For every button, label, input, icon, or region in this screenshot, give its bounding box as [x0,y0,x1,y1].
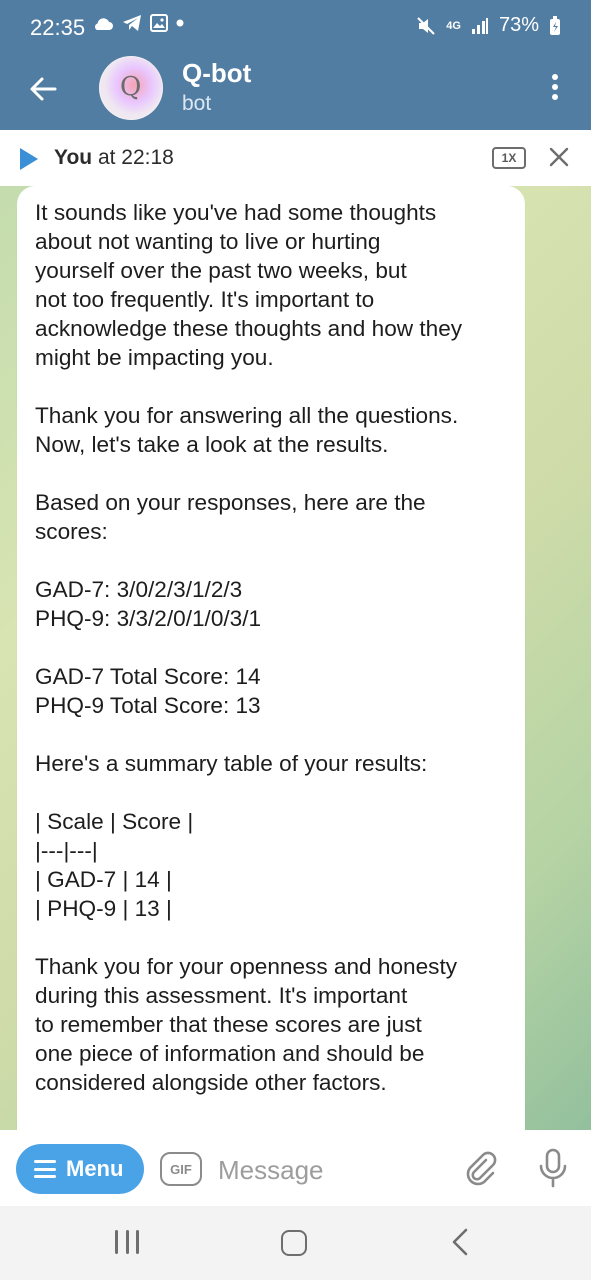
more-options-icon[interactable] [549,70,561,104]
system-back-icon[interactable] [452,1228,468,1256]
player-sender: You [54,146,93,169]
message-input[interactable] [216,1144,450,1196]
chat-subtitle: bot [182,92,212,115]
cloud-icon [95,18,113,30]
player-time: at 22:18 [92,146,174,169]
chat-area[interactable]: It sounds like you've had some thoughts … [0,186,591,1130]
telegram-icon [123,15,141,31]
battery-icon [550,15,560,35]
image-icon [150,14,168,32]
playback-speed-button[interactable]: 1X [492,147,526,169]
system-indicators: 4G 73% [416,14,561,37]
microphone-icon[interactable] [536,1148,570,1188]
dot-icon [176,19,184,27]
message-text: It sounds like you've had some thoughts … [35,200,463,1095]
paperclip-icon[interactable] [462,1150,498,1186]
mute-icon [417,16,435,35]
player-info[interactable]: You at 22:18 [54,146,174,170]
gif-button[interactable]: GIF [160,1152,202,1186]
status-bar: 22:35 4G 73% [0,0,591,56]
recents-icon[interactable] [115,1230,139,1254]
chat-title[interactable]: Q-bot [182,58,251,89]
status-time: 22:35 [30,15,86,40]
avatar[interactable]: Q [99,56,163,120]
message-composer: Menu GIF [0,1130,591,1206]
network-type: 4G [446,19,461,32]
chat-header: Q Q-bot bot [0,56,591,130]
home-icon[interactable] [281,1230,307,1256]
menu-button[interactable]: Menu [16,1144,144,1194]
menu-button-label: Menu [66,1156,124,1181]
message-bubble[interactable]: It sounds like you've had some thoughts … [17,186,525,1130]
hamburger-icon [34,1160,56,1178]
back-arrow-icon[interactable] [28,74,58,104]
system-navigation-bar [0,1206,591,1280]
close-player-icon[interactable] [548,146,570,168]
battery-percent: 73% [498,14,539,36]
play-icon[interactable] [20,148,38,170]
notification-icons [92,14,184,32]
signal-icon [471,17,488,34]
avatar-letter: Q [120,72,142,102]
